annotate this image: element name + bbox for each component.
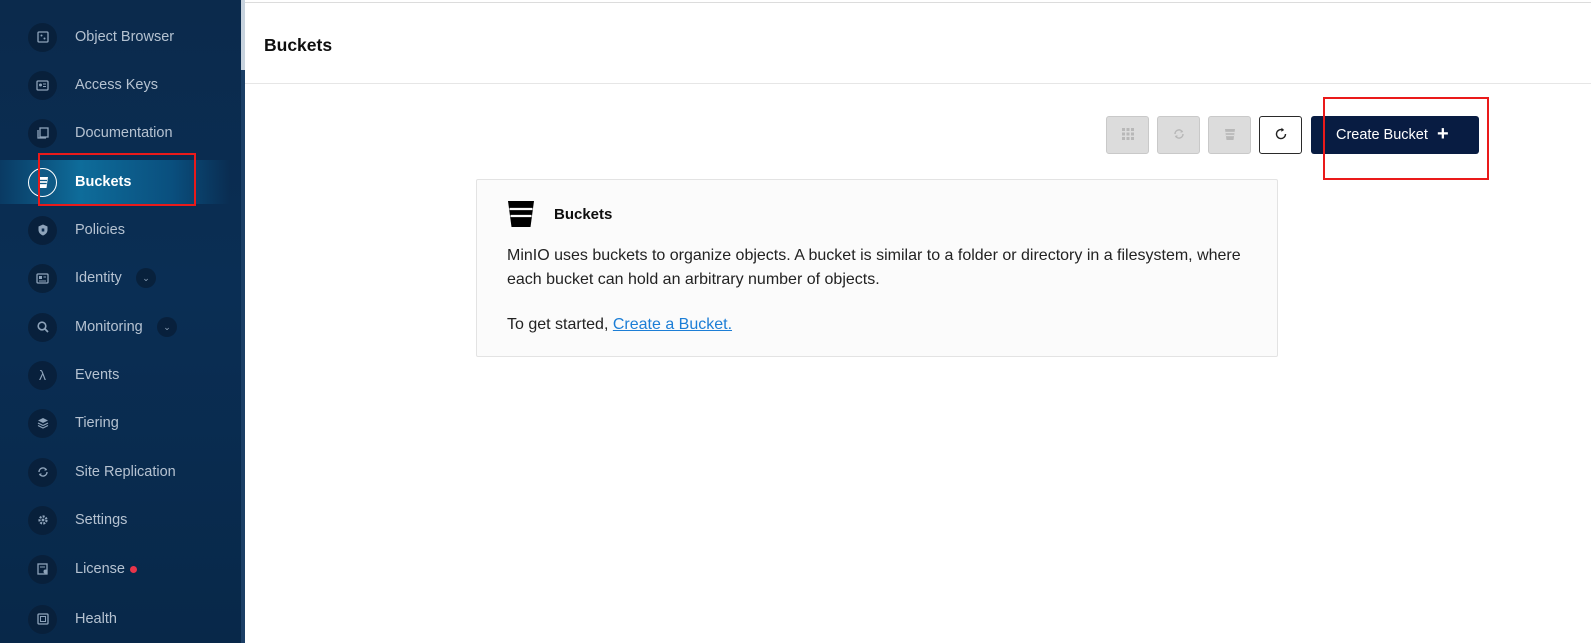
- sidebar-item-monitoring[interactable]: Monitoring ⌄: [0, 305, 241, 349]
- bucket-icon: [28, 167, 57, 197]
- layers-icon: [28, 408, 57, 438]
- plus-icon: +: [1437, 123, 1449, 145]
- replication-icon: [28, 457, 57, 487]
- sidebar-item-label: License: [75, 561, 125, 577]
- card-title: Buckets: [554, 206, 613, 223]
- sidebar-item-label: Site Replication: [75, 464, 176, 480]
- sidebar-item-tiering[interactable]: Tiering: [0, 401, 241, 445]
- sidebar: Object Browser Access Keys Documentation…: [0, 0, 241, 643]
- sidebar-item-identity[interactable]: Identity ⌄: [0, 256, 241, 300]
- sidebar-item-label: Buckets: [75, 174, 132, 190]
- bucket-list-icon: [1223, 127, 1237, 144]
- create-bucket-button[interactable]: Create Bucket +: [1311, 116, 1479, 154]
- refresh-icon: [1274, 127, 1288, 144]
- page-header: Buckets: [245, 2, 1591, 84]
- sidebar-item-label: Monitoring: [75, 319, 143, 335]
- sidebar-item-label: Policies: [75, 222, 125, 238]
- notification-dot: [130, 566, 137, 573]
- page-title: Buckets: [264, 35, 333, 55]
- app-root: Object Browser Access Keys Documentation…: [0, 0, 1591, 643]
- sidebar-item-label: Access Keys: [75, 77, 158, 93]
- sidebar-item-license[interactable]: License: [0, 547, 241, 591]
- sidebar-item-label: Settings: [75, 512, 128, 528]
- sidebar-item-buckets[interactable]: Buckets: [0, 160, 230, 204]
- chevron-down-icon[interactable]: ⌄: [136, 268, 156, 288]
- card-description: MinIO uses buckets to organize objects. …: [507, 247, 1241, 288]
- sidebar-item-site-replication[interactable]: Site Replication: [0, 450, 241, 494]
- object-browser-icon: [28, 22, 57, 52]
- health-icon: [28, 604, 57, 634]
- grid-icon: [1121, 127, 1135, 144]
- sidebar-item-object-browser[interactable]: Object Browser: [0, 15, 241, 59]
- sidebar-item-label: Events: [75, 367, 120, 383]
- lambda-icon: λ: [28, 360, 57, 390]
- refresh-button[interactable]: [1259, 116, 1302, 154]
- sidebar-item-access-keys[interactable]: Access Keys: [0, 63, 241, 107]
- sidebar-item-policies[interactable]: Policies: [0, 208, 241, 252]
- identity-icon: [28, 263, 57, 293]
- license-icon: [28, 554, 57, 584]
- documentation-icon: [28, 118, 57, 148]
- gear-icon: [28, 505, 57, 535]
- sidebar-item-settings[interactable]: Settings: [0, 498, 241, 542]
- grid-view-button[interactable]: [1106, 116, 1149, 154]
- create-bucket-link[interactable]: Create a Bucket.: [613, 316, 732, 333]
- sidebar-item-events[interactable]: λ Events: [0, 353, 241, 397]
- chevron-down-icon[interactable]: ⌄: [157, 317, 177, 337]
- sidebar-item-health[interactable]: Health: [0, 597, 241, 641]
- replication-button[interactable]: [1157, 116, 1200, 154]
- sidebar-item-label: Identity: [75, 270, 122, 286]
- card-cta: To get started, Create a Bucket.: [507, 316, 732, 334]
- access-keys-icon: [28, 70, 57, 100]
- sidebar-item-label: Health: [75, 611, 117, 627]
- bucket-lifecycle-button[interactable]: [1208, 116, 1251, 154]
- cta-prefix: To get started,: [507, 316, 609, 333]
- sidebar-item-label: Object Browser: [75, 29, 175, 45]
- sidebar-item-label: Documentation: [75, 125, 173, 141]
- buckets-info-card: Buckets MinIO uses buckets to organize o…: [476, 179, 1278, 357]
- bucket-icon: [507, 200, 535, 228]
- shield-icon: [28, 215, 57, 245]
- monitoring-icon: [28, 312, 57, 342]
- sidebar-item-documentation[interactable]: Documentation: [0, 111, 241, 155]
- sync-icon: [1172, 127, 1186, 144]
- sidebar-item-label: Tiering: [75, 415, 119, 431]
- sidebar-scrollbar[interactable]: [241, 0, 245, 643]
- create-bucket-label: Create Bucket: [1336, 127, 1428, 143]
